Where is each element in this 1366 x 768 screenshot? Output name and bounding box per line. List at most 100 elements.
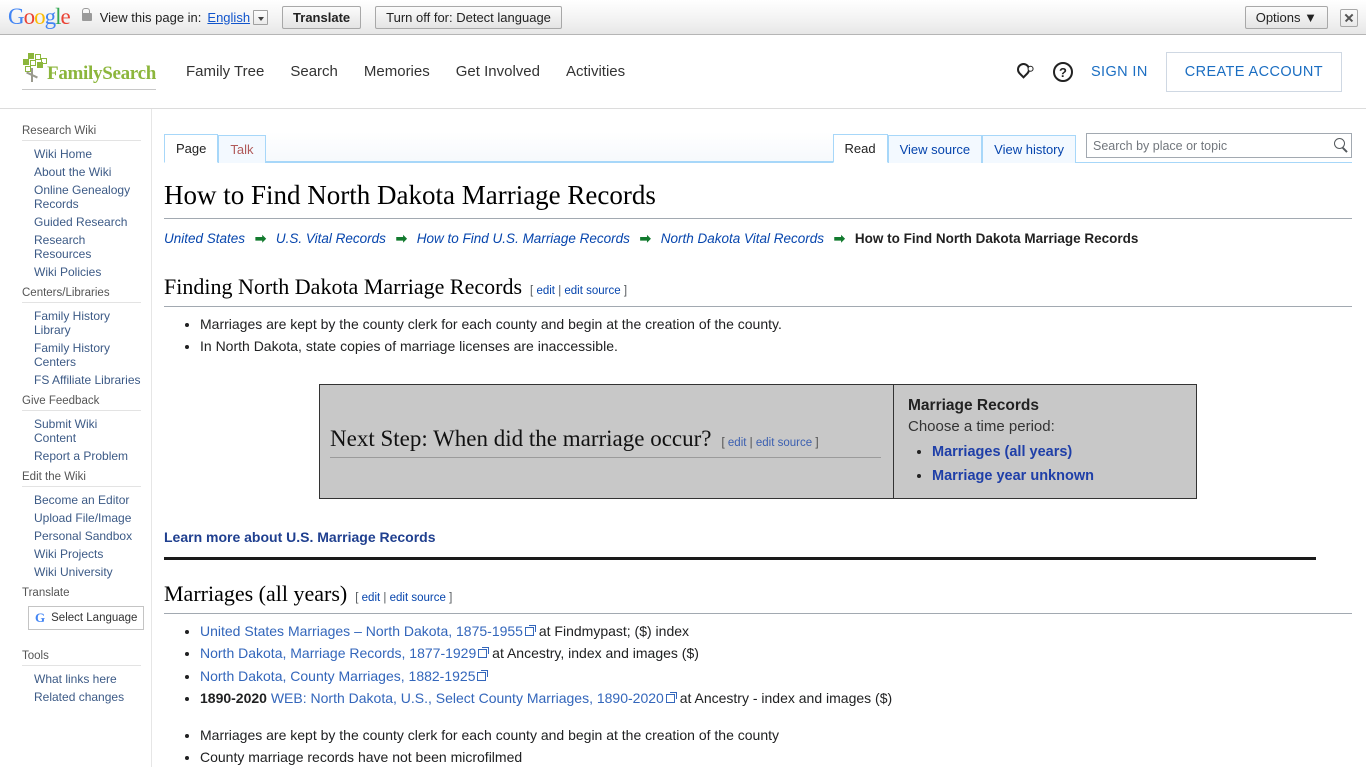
- list-item: 1890-2020 WEB: North Dakota, U.S., Selec…: [200, 687, 1352, 710]
- translate-bar-label: View this page in:: [99, 9, 202, 25]
- create-account-button[interactable]: CREATE ACCOUNT: [1165, 51, 1342, 92]
- main-navigation: Family Tree Search Memories Get Involved…: [186, 63, 625, 80]
- options-button[interactable]: Options ▼: [1244, 6, 1328, 29]
- tab-page[interactable]: Page: [164, 134, 219, 163]
- edit-link[interactable]: edit: [728, 437, 747, 449]
- help-circle-icon[interactable]: ?: [1052, 61, 1073, 82]
- sidebar-item-become-an-editor[interactable]: Become an Editor: [22, 491, 141, 509]
- breadcrumb-united-states[interactable]: United States: [164, 231, 245, 246]
- breadcrumb-how-to-find-us-marriage-records[interactable]: How to Find U.S. Marriage Records: [417, 231, 630, 246]
- edit-source-link[interactable]: edit source: [756, 437, 812, 449]
- sidebar-item-wiki-university[interactable]: Wiki University: [22, 563, 141, 581]
- search-container: [1086, 133, 1352, 158]
- sidebar-item-guided-research[interactable]: Guided Research: [22, 213, 141, 231]
- list-item: North Dakota, Marriage Records, 1877-192…: [200, 642, 1352, 665]
- familysearch-logo[interactable]: FamilySearch: [22, 53, 156, 90]
- list-item: Marriage year unknown: [932, 464, 1186, 488]
- record-suffix: at Findmypast; ($) index: [534, 622, 690, 639]
- tab-bar-filler: [265, 132, 833, 162]
- next-step-heading-text: Next Step: When did the marriage occur?: [330, 425, 712, 451]
- section1-bullet-list: Marriages are kept by the county clerk f…: [164, 313, 1352, 358]
- google-g-icon: G: [35, 610, 46, 625]
- edit-links: [ edit | edit source ]: [530, 285, 627, 297]
- nav-get-involved[interactable]: Get Involved: [456, 63, 540, 80]
- edit-bracket-close: ]: [623, 285, 628, 298]
- sidebar-item-family-history-library[interactable]: Family History Library: [22, 307, 141, 339]
- nav-family-tree[interactable]: Family Tree: [186, 63, 264, 80]
- select-language-widget[interactable]: G Select Language: [28, 606, 145, 630]
- search-input[interactable]: [1086, 133, 1352, 158]
- edit-bracket-close: ]: [449, 591, 453, 604]
- sidebar-item-about-the-wiki[interactable]: About the Wiki: [22, 163, 141, 181]
- tab-talk[interactable]: Talk: [218, 135, 266, 163]
- record-suffix: at Ancestry - index and images ($): [675, 690, 893, 707]
- breadcrumb-us-vital-records[interactable]: U.S. Vital Records: [276, 231, 386, 246]
- edit-link[interactable]: edit: [536, 285, 555, 297]
- translate-button[interactable]: Translate: [282, 5, 362, 29]
- list-item: North Dakota, County Marriages, 1882-192…: [200, 665, 1352, 688]
- sidebar-heading-translate: Translate: [22, 587, 70, 599]
- sidebar-item-upload-file-image[interactable]: Upload File/Image: [22, 509, 141, 527]
- sidebar-heading-centers-libraries: Centers/Libraries: [22, 287, 110, 299]
- edit-links: [ edit | edit source ]: [355, 592, 452, 604]
- translate-language-select[interactable]: English: [207, 10, 250, 25]
- tab-view-source[interactable]: View source: [887, 135, 983, 163]
- section-heading-text: Marriages (all years): [164, 580, 348, 606]
- section2-link-list: United States Marriages – North Dakota, …: [164, 620, 1352, 710]
- record-link-web-nd-select-county-marriages-1890-2020[interactable]: WEB: North Dakota, U.S., Select County M…: [271, 690, 664, 706]
- edit-bracket-open: [: [721, 436, 725, 449]
- breadcrumb-north-dakota-vital-records[interactable]: North Dakota Vital Records: [661, 231, 824, 246]
- option-marriage-year-unknown[interactable]: Marriage year unknown: [932, 468, 1094, 484]
- sidebar-item-what-links-here[interactable]: What links here: [22, 670, 141, 688]
- sidebar-item-report-a-problem[interactable]: Report a Problem: [22, 447, 141, 465]
- sidebar-group-edit-the-wiki: Become an Editor Upload File/Image Perso…: [22, 486, 141, 581]
- google-logo: Google: [8, 4, 71, 29]
- sidebar-item-research-resources[interactable]: Research Resources: [22, 231, 141, 263]
- list-item: Marriages are kept by the county clerk f…: [200, 313, 1352, 336]
- marriage-records-options: Marriages (all years) Marriage year unkn…: [908, 440, 1186, 488]
- sidebar-item-online-genealogy-records[interactable]: Online Genealogy Records: [22, 181, 141, 213]
- sidebar-heading-edit-the-wiki: Edit the Wiki: [22, 471, 86, 483]
- edit-source-link[interactable]: edit source: [564, 285, 620, 297]
- list-item: County marriage records have not been mi…: [200, 746, 1352, 767]
- tab-view-history[interactable]: View history: [982, 135, 1076, 163]
- breadcrumb-arrow-icon: ➡: [395, 231, 408, 247]
- record-link-nd-marriage-records-1877-1929[interactable]: North Dakota, Marriage Records, 1877-192…: [200, 645, 476, 661]
- next-step-box: Next Step: When did the marriage occur? […: [319, 383, 1197, 499]
- sign-in-link[interactable]: SIGN IN: [1091, 64, 1148, 80]
- edit-source-link[interactable]: edit source: [390, 592, 446, 604]
- edit-separator: |: [383, 591, 387, 604]
- tab-read[interactable]: Read: [832, 134, 888, 163]
- edit-separator: |: [749, 436, 753, 449]
- marriage-records-title: Marriage Records: [908, 396, 1039, 414]
- location-pin-icon[interactable]: [1013, 59, 1035, 83]
- sidebar-item-related-changes[interactable]: Related changes: [22, 688, 141, 706]
- sidebar-item-personal-sandbox[interactable]: Personal Sandbox: [22, 527, 141, 545]
- list-item: In North Dakota, state copies of marriag…: [200, 335, 1352, 358]
- nav-activities[interactable]: Activities: [566, 63, 625, 80]
- sidebar-item-wiki-home[interactable]: Wiki Home: [22, 145, 141, 163]
- sidebar-heading-tools: Tools: [22, 650, 49, 662]
- sidebar-item-wiki-policies[interactable]: Wiki Policies: [22, 263, 141, 281]
- sidebar-heading-research-wiki: Research Wiki: [22, 125, 97, 137]
- sidebar-item-family-history-centers[interactable]: Family History Centers: [22, 339, 141, 371]
- record-link-nd-county-marriages-1882-1925[interactable]: North Dakota, County Marriages, 1882-192…: [200, 668, 475, 684]
- sidebar-item-wiki-projects[interactable]: Wiki Projects: [22, 545, 141, 563]
- sidebar-item-fs-affiliate-libraries[interactable]: FS Affiliate Libraries: [22, 371, 141, 389]
- turn-off-translate-button[interactable]: Turn off for: Detect language: [375, 5, 562, 29]
- sidebar-item-submit-wiki-content[interactable]: Submit Wiki Content: [22, 415, 141, 447]
- sidebar: Research Wiki Wiki Home About the Wiki O…: [0, 109, 152, 767]
- nav-search[interactable]: Search: [290, 63, 338, 80]
- tree-icon: [22, 53, 47, 83]
- record-link-us-marriages-nd-1875-1955[interactable]: United States Marriages – North Dakota, …: [200, 623, 523, 639]
- section-heading-text: Finding North Dakota Marriage Records: [164, 274, 523, 300]
- learn-more-link[interactable]: Learn more about U.S. Marriage Records: [164, 529, 1352, 545]
- option-marriages-all-years[interactable]: Marriages (all years): [932, 444, 1072, 460]
- chevron-down-icon[interactable]: [253, 9, 269, 25]
- edit-link[interactable]: edit: [362, 592, 381, 604]
- next-step-question-cell: Next Step: When did the marriage occur? […: [320, 384, 894, 498]
- section-heading-finding-nd-marriage-records: Finding North Dakota Marriage Records [ e…: [164, 273, 1352, 307]
- nav-memories[interactable]: Memories: [364, 63, 430, 80]
- close-icon[interactable]: [1340, 8, 1358, 27]
- marriage-records-cell: Marriage Records Choose a time period: M…: [894, 385, 1196, 498]
